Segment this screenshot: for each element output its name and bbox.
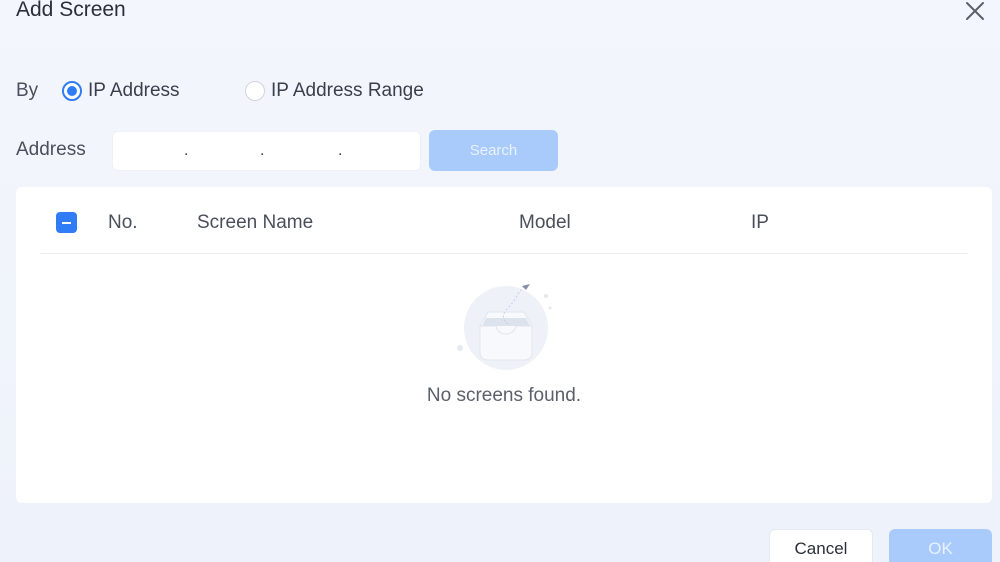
by-label: By [16,80,39,101]
dialog-title: Add Screen [16,0,126,21]
ip-separator: . [184,142,189,159]
address-label: Address [16,139,86,160]
radio-selected-icon[interactable] [62,81,82,101]
header-divider [41,253,967,254]
select-all-checkbox[interactable] [56,212,77,233]
radio-ip-address-label: IP Address [88,80,180,101]
screen-table: No. Screen Name Model IP No screens foun… [16,187,992,503]
radio-unselected-icon[interactable] [245,81,265,101]
ip-address-input[interactable]: . . . [112,131,421,171]
ok-button[interactable]: OK [889,529,992,562]
column-header-screen-name: Screen Name [197,212,314,233]
column-header-model: Model [519,212,571,233]
column-header-no: No. [108,212,138,233]
empty-state-text: No screens found. [426,385,582,406]
add-screen-dialog: Add Screen By IP Address IP Address Rang… [0,0,1000,562]
close-icon[interactable] [962,0,988,24]
cancel-button[interactable]: Cancel [769,529,873,562]
search-button[interactable]: Search [429,130,558,171]
column-header-ip: IP [751,212,769,233]
ip-separator: . [260,142,265,159]
radio-ip-address-range-label: IP Address Range [271,80,424,101]
ip-separator: . [338,142,343,159]
empty-inbox-icon [456,282,556,374]
radio-ip-address-range[interactable]: IP Address Range [245,80,424,102]
radio-ip-address[interactable]: IP Address [62,80,180,102]
